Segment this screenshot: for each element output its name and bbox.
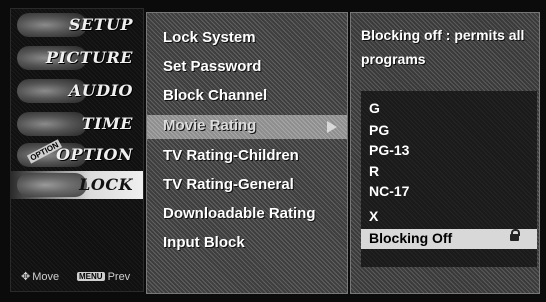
sidebar-item-time[interactable]: TIME — [11, 110, 143, 138]
menu-item-downloadable-rating[interactable]: Downloadable Rating — [147, 203, 347, 227]
sidebar-item-picture[interactable]: PICTURE — [11, 44, 143, 72]
sidebar-item-label: SETUP — [68, 15, 133, 34]
menu-item-input-block[interactable]: Input Block — [147, 232, 347, 256]
rating-option-pg[interactable]: PG — [361, 121, 537, 141]
rating-option-label: Blocking Off — [369, 230, 453, 246]
menu-item-tv-rating-general[interactable]: TV Rating-General — [147, 174, 347, 198]
sidebar-item-label: PICTURE — [45, 48, 133, 67]
sidebar-item-setup[interactable]: SETUP — [11, 11, 143, 39]
sidebar-item-label: OPTION — [56, 145, 133, 164]
rating-option-x[interactable]: X — [361, 207, 537, 227]
menu-item-label: TV Rating-General — [163, 176, 294, 193]
rating-options-list: G PG PG-13 R NC-17 X Blocking Off — [361, 91, 537, 267]
rating-option-label: NC-17 — [369, 183, 410, 199]
rating-option-g[interactable]: G — [361, 99, 537, 119]
rating-option-label: PG — [369, 122, 390, 138]
menu-item-label: Movie Rating — [163, 117, 257, 134]
unlock-icon — [510, 229, 520, 241]
menu-item-label: Downloadable Rating — [163, 205, 316, 222]
menu-item-label: Input Block — [163, 234, 245, 251]
menu-item-label: Block Channel — [163, 87, 268, 104]
rating-option-pg-13[interactable]: PG-13 — [361, 141, 537, 161]
rating-option-r[interactable]: R — [361, 162, 537, 182]
sidebar-item-lock[interactable]: LOCK — [11, 171, 143, 199]
rating-option-label: G — [369, 100, 380, 116]
time-thumbnail-icon — [17, 112, 87, 136]
menu-item-tv-rating-children[interactable]: TV Rating-Children — [147, 145, 347, 169]
move-hint: ✥ Move — [21, 271, 60, 283]
sidebar-item-label: AUDIO — [68, 81, 133, 100]
menu-item-block-channel[interactable]: Block Channel — [147, 85, 347, 109]
movie-rating-panel: Blocking off : permits all programs G PG… — [350, 12, 540, 294]
menu-item-label: Set Password — [163, 58, 262, 75]
rating-description: Blocking off : permits all programs — [361, 27, 525, 67]
rating-option-label: PG-13 — [369, 142, 410, 158]
sidebar-item-audio[interactable]: AUDIO — [11, 77, 143, 105]
sidebar-item-label: TIME — [81, 114, 133, 133]
sidebar-item-label: LOCK — [79, 175, 133, 194]
category-sidebar: SETUP PICTURE AUDIO TIME OPTION OPTION L… — [10, 8, 144, 292]
rating-option-label: X — [369, 208, 379, 224]
lock-menu-panel: Lock System Set Password Block Channel M… — [146, 12, 348, 294]
sidebar-item-option[interactable]: OPTION OPTION — [11, 139, 143, 169]
menu-item-lock-system[interactable]: Lock System — [147, 27, 347, 51]
rating-option-blocking-off[interactable]: Blocking Off — [361, 229, 537, 249]
menu-key-icon: MENU — [77, 272, 105, 281]
menu-item-movie-rating[interactable]: Movie Rating — [147, 115, 347, 139]
menu-item-set-password[interactable]: Set Password — [147, 56, 347, 80]
lock-thumbnail-icon — [17, 173, 87, 197]
rating-option-label: R — [369, 163, 380, 179]
tv-osd-screen: SETUP PICTURE AUDIO TIME OPTION OPTION L… — [0, 0, 546, 302]
prev-hint: MENU Prev — [77, 271, 131, 283]
move-dpad-icon: ✥ — [21, 271, 31, 283]
menu-item-label: Lock System — [163, 29, 256, 46]
rating-option-nc-17[interactable]: NC-17 — [361, 182, 537, 202]
submenu-arrow-icon — [327, 121, 337, 133]
menu-item-label: TV Rating-Children — [163, 147, 299, 164]
